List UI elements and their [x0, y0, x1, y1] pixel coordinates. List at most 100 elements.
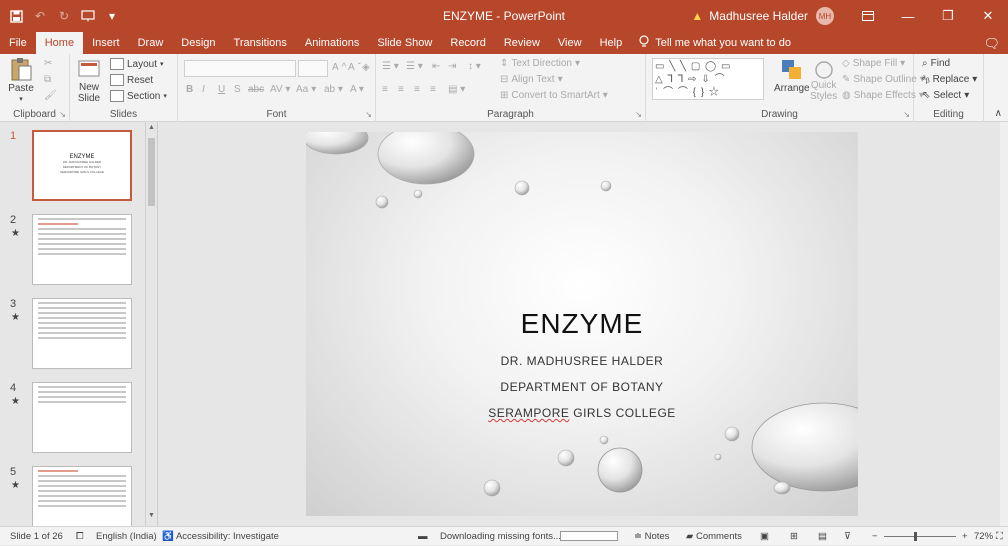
ribbon-display-options-icon[interactable]	[848, 0, 888, 32]
warning-icon[interactable]: ▲	[691, 9, 703, 23]
font-name-box[interactable]	[184, 60, 296, 77]
tab-design[interactable]: Design	[172, 32, 224, 54]
user-name[interactable]: Madhusree Halder	[709, 9, 808, 23]
tab-view[interactable]: View	[549, 32, 591, 54]
numbering-icon[interactable]: ☰ ▾	[406, 61, 423, 72]
paste-button[interactable]: Paste ▾	[8, 56, 34, 103]
italic-button[interactable]: I	[202, 84, 205, 95]
change-case-button[interactable]: Aa ▾	[296, 84, 316, 95]
line-spacing-icon[interactable]: ↕ ▾	[468, 61, 481, 72]
undo-icon[interactable]: ↶	[32, 8, 48, 24]
paragraph-launcher-icon[interactable]: ↘	[635, 110, 642, 119]
tab-slide-show[interactable]: Slide Show	[368, 32, 441, 54]
maximize-icon[interactable]: ❐	[928, 0, 968, 32]
current-slide[interactable]: ENZYME DR. MADHUSREE HALDER DEPARTMENT O…	[306, 132, 858, 516]
tab-animations[interactable]: Animations	[296, 32, 368, 54]
align-left-icon[interactable]: ≡	[382, 84, 388, 95]
language-indicator[interactable]: English (India)	[96, 531, 157, 542]
slide-thumbnail-1[interactable]: 1 ENZYME DR. MADHUSREE HALDER DEPARTMENT…	[0, 130, 150, 210]
grow-font-button[interactable]: A ^	[332, 62, 346, 73]
quick-styles-button[interactable]: Quick Styles	[810, 58, 837, 102]
avatar[interactable]: MH	[816, 7, 834, 25]
zoom-slider[interactable]	[884, 536, 956, 537]
slide-thumbnail-4[interactable]: 4 ★	[0, 382, 150, 462]
slide-sorter-icon[interactable]: ⊞	[790, 531, 798, 542]
zoom-out-button[interactable]: −	[872, 531, 878, 542]
tell-me-box[interactable]: Tell me what you want to do	[639, 32, 791, 54]
new-slide-button[interactable]: New Slide	[76, 56, 102, 104]
shape-fill-button[interactable]: ◇ Shape Fill ▾	[842, 58, 905, 69]
find-button[interactable]: ⌕ Find	[922, 58, 950, 69]
tab-draw[interactable]: Draw	[129, 32, 173, 54]
customize-qat-icon[interactable]: ▾	[104, 8, 120, 24]
clear-formatting-icon[interactable]: ◈	[362, 62, 370, 73]
copy-icon[interactable]: ⧉	[44, 74, 51, 85]
normal-view-icon[interactable]: ▣	[760, 531, 769, 542]
font-size-box[interactable]	[298, 60, 328, 77]
editor-scrollbar[interactable]	[1000, 122, 1008, 526]
close-icon[interactable]: ✕	[968, 0, 1008, 32]
tab-record[interactable]: Record	[441, 32, 494, 54]
shrink-font-button[interactable]: Aˇ	[348, 62, 361, 73]
highlight-icon[interactable]: ab ▾	[324, 84, 343, 95]
character-spacing-icon[interactable]: AV ▾	[270, 84, 290, 95]
select-button[interactable]: ⇖ Select ▾	[922, 90, 969, 101]
bullets-icon[interactable]: ☰ ▾	[382, 61, 399, 72]
slide-thumbnail-3[interactable]: 3 ★	[0, 298, 150, 378]
reset-button[interactable]: Reset	[110, 74, 153, 86]
shape-effects-button[interactable]: ◍ Shape Effects ▾	[842, 90, 924, 101]
tab-transitions[interactable]: Transitions	[225, 32, 296, 54]
strikethrough-button[interactable]: abc	[248, 84, 264, 95]
bold-button[interactable]: B	[186, 84, 193, 95]
redo-icon[interactable]: ↻	[56, 8, 72, 24]
slideshow-view-icon[interactable]: ⊽	[844, 531, 851, 542]
reading-view-icon[interactable]: ▤	[818, 531, 827, 542]
increase-indent-icon[interactable]: ⇥	[448, 61, 456, 72]
format-painter-icon[interactable]: 🖌	[44, 90, 57, 101]
decrease-indent-icon[interactable]: ⇤	[432, 61, 440, 72]
arrange-button[interactable]: Arrange	[774, 58, 810, 94]
fit-slide-icon[interactable]: ⛶	[996, 531, 1003, 542]
thumbnails-scrollbar[interactable]: ▲ ▼	[145, 122, 157, 526]
layout-button[interactable]: Layout ▾	[110, 58, 164, 70]
comments-button[interactable]: ▰ Comments	[686, 531, 742, 542]
slide-subtitle-line-2[interactable]: DEPARTMENT OF BOTANY	[306, 380, 858, 394]
slide-subtitle-line-3[interactable]: SERAMPORE GIRLS COLLEGE	[306, 406, 858, 420]
comments-pane-icon[interactable]: 🗨	[983, 36, 1000, 52]
shadow-button[interactable]: S	[234, 84, 241, 95]
underline-button[interactable]: U	[218, 84, 225, 95]
minimize-icon[interactable]: —	[888, 0, 928, 32]
spelling-check-icon[interactable]: ⧠	[76, 531, 84, 542]
convert-smartart-button[interactable]: ⊞ Convert to SmartArt ▾	[500, 90, 608, 101]
zoom-in-button[interactable]: +	[962, 531, 968, 542]
tab-help[interactable]: Help	[591, 32, 632, 54]
slide-counter[interactable]: Slide 1 of 26	[10, 531, 63, 542]
scroll-up-icon[interactable]: ▲	[146, 124, 157, 136]
font-launcher-icon[interactable]: ↘	[365, 110, 372, 119]
shape-outline-button[interactable]: ✎ Shape Outline ▾	[842, 74, 925, 85]
columns-icon[interactable]: ▤ ▾	[448, 84, 465, 95]
tab-insert[interactable]: Insert	[83, 32, 129, 54]
text-direction-button[interactable]: ⇕ Text Direction ▾	[500, 58, 580, 69]
slide-thumbnail-2[interactable]: 2 ★	[0, 214, 150, 294]
cut-icon[interactable]: ✂	[44, 58, 52, 69]
start-slideshow-icon[interactable]	[80, 8, 96, 24]
tab-review[interactable]: Review	[495, 32, 549, 54]
scroll-down-icon[interactable]: ▼	[146, 512, 157, 524]
slide-subtitle-line-1[interactable]: DR. MADHUSREE HALDER	[306, 354, 858, 368]
zoom-slider-knob[interactable]	[914, 532, 917, 541]
align-text-button[interactable]: ⊟ Align Text ▾	[500, 74, 563, 85]
align-center-icon[interactable]: ≡	[398, 84, 404, 95]
scrollbar-thumb[interactable]	[148, 138, 155, 206]
notes-button[interactable]: ≐ Notes	[634, 531, 669, 542]
tab-file[interactable]: File	[0, 32, 36, 54]
font-color-icon[interactable]: A ▾	[350, 84, 364, 95]
save-icon[interactable]	[8, 8, 24, 24]
collapse-ribbon-icon[interactable]: ∧	[995, 108, 1002, 119]
drawing-launcher-icon[interactable]: ↘	[903, 110, 910, 119]
accessibility-button[interactable]: ♿ Accessibility: Investigate	[162, 531, 279, 542]
align-right-icon[interactable]: ≡	[414, 84, 420, 95]
justify-icon[interactable]: ≡	[430, 84, 436, 95]
shapes-gallery[interactable]: ▭ ╲ ╲ ▢ ◯ ▭ △ ⅂ ⅂ ⇨ ⇩ ⌒ ʿ ⌒ ⌒ { } ☆	[652, 58, 764, 100]
slide-title[interactable]: ENZYME	[306, 308, 858, 340]
